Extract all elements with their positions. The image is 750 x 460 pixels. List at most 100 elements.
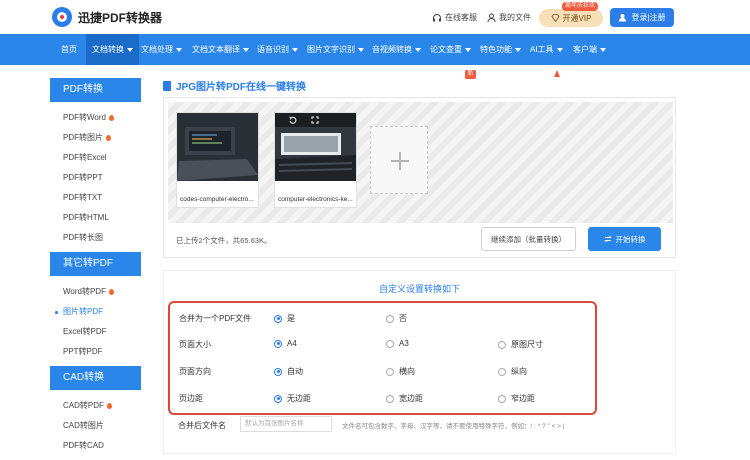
radio-label: 宽边距 — [399, 394, 423, 403]
sidebar-item-pdf-to-ppt[interactable]: PDF转PPT — [50, 168, 141, 188]
sidebar-item-label: PDF转CAD — [63, 441, 104, 450]
filename-input[interactable]: 默认为首张图片名称 — [240, 416, 332, 432]
rotate-icon[interactable] — [289, 116, 297, 124]
page-title: JPG图片转PDF在线一键转换 — [163, 78, 306, 93]
nav-item-doc-convert[interactable]: 文档转换 — [86, 34, 139, 65]
file-name: codes-computer-electro... — [180, 196, 254, 203]
filename-label: 合并后文件名 — [178, 421, 226, 430]
nav-item-ai-tools[interactable]: AI工具 — [530, 34, 563, 65]
sidebar-item-word-to-pdf[interactable]: Word转PDF — [50, 282, 141, 302]
nav-item-home[interactable]: 首页 — [52, 34, 86, 65]
hot-flame-icon — [554, 70, 560, 77]
my-files-link[interactable]: 我的文件 — [487, 12, 531, 23]
logo[interactable]: 迅捷PDF转换器 — [52, 7, 162, 27]
radio-margin-narrow[interactable]: 窄边距 — [498, 393, 535, 404]
setting-label-page-size: 页面大小 — [179, 340, 211, 349]
sidebar-item-label: PDF转Word — [63, 113, 106, 122]
chevron-down-icon — [243, 47, 249, 52]
login-button[interactable]: 登录|注册 — [610, 8, 674, 27]
radio-unchecked-icon — [386, 339, 394, 348]
sidebar-item-pdf-to-image[interactable]: PDF转图片 — [50, 128, 141, 148]
logo-text: 迅捷PDF转换器 — [78, 10, 163, 25]
continue-add-button[interactable]: 继续添加（批量转换） — [481, 227, 576, 251]
radio-label: 横向 — [399, 367, 415, 376]
expand-icon[interactable] — [311, 116, 319, 124]
sidebar-item-image-to-pdf[interactable]: 图片转PDF — [50, 302, 141, 322]
radio-merge-yes[interactable]: 是 — [274, 313, 295, 324]
setting-label-margin: 页边距 — [179, 394, 203, 403]
sidebar-item-label: CAD转图片 — [63, 421, 104, 430]
nav-label: 文档处理 — [141, 45, 173, 54]
radio-unchecked-icon — [498, 367, 506, 376]
radio-margin-wide[interactable]: 宽边距 — [386, 393, 423, 404]
nav-item-client[interactable]: 客户端 — [573, 34, 606, 65]
page-title-text: JPG图片转PDF在线一键转换 — [176, 82, 307, 93]
sidebar-item-label: CAD转PDF — [63, 401, 104, 410]
nav-item-av-convert[interactable]: 音视频转换 — [372, 34, 421, 65]
my-files-label: 我的文件 — [499, 13, 531, 22]
sidebar-item-cad-to-pdf[interactable]: CAD转PDF — [50, 396, 141, 416]
nav-label: 文档文本翻译 — [192, 45, 240, 54]
radio-checked-icon — [274, 367, 282, 376]
new-badge: 新 — [465, 70, 476, 79]
radio-orient-portrait[interactable]: 纵向 — [498, 366, 527, 377]
logo-icon — [52, 7, 72, 27]
radio-merge-no[interactable]: 否 — [386, 313, 407, 324]
sidebar-item-label: 图片转PDF — [63, 307, 103, 316]
promo-tag: 周年庆狂欢 — [562, 2, 599, 11]
nav-label: 图片文字识别 — [307, 45, 355, 54]
login-label: 登录|注册 — [631, 13, 666, 22]
sidebar-item-label: PDF转PPT — [63, 173, 103, 182]
radio-label: 是 — [287, 314, 295, 323]
sidebar-item-ppt-to-pdf[interactable]: PPT转PDF — [50, 342, 141, 362]
sidebar-item-pdf-to-cad[interactable]: PDF转CAD — [50, 436, 141, 456]
setting-label-merge: 合并为一个PDF文件 — [179, 314, 251, 323]
sidebar-section-title: PDF转换 — [50, 78, 141, 102]
radio-orient-auto[interactable]: 自动 — [274, 366, 303, 377]
radio-label: 纵向 — [511, 367, 527, 376]
sidebar-list: CAD转PDF CAD转图片 PDF转CAD — [50, 390, 141, 460]
chevron-down-icon — [556, 47, 563, 52]
sidebar-item-pdf-to-long-image[interactable]: PDF转长图 — [50, 228, 141, 248]
vip-button[interactable]: 开通VIP — [539, 9, 603, 27]
nav-label: AI工具 — [530, 45, 554, 54]
settings-title: 自定义设置转换如下 — [378, 284, 460, 294]
radio-size-original[interactable]: 原图尺寸 — [498, 339, 543, 350]
radio-label: A4 — [287, 339, 297, 348]
nav-item-speech[interactable]: 语音识别 — [257, 34, 298, 65]
sidebar-item-pdf-to-html[interactable]: PDF转HTML — [50, 208, 141, 228]
radio-orient-landscape[interactable]: 横向 — [386, 366, 415, 377]
start-convert-button[interactable]: 开始转换 — [588, 227, 661, 251]
file-thumbnail[interactable]: codes-computer-electro... — [176, 112, 259, 208]
filename-hint: 文件名可包含数字、字母、汉字等，请不要使用特殊字符，例如：/ : * ? " <… — [342, 423, 565, 430]
file-thumbnail[interactable]: computer-electronics-ke... — [274, 112, 357, 208]
sidebar-item-label: PDF转长图 — [63, 233, 103, 242]
nav-label: 音视频转换 — [372, 45, 412, 54]
radio-label: 无边距 — [287, 394, 311, 403]
nav-item-plagiarism[interactable]: 论文查重 — [430, 34, 471, 65]
sidebar-item-label: Word转PDF — [63, 287, 106, 296]
chevron-down-icon — [358, 47, 364, 52]
radio-margin-none[interactable]: 无边距 — [274, 393, 311, 404]
radio-unchecked-icon — [498, 340, 506, 349]
add-file-button[interactable] — [370, 126, 428, 194]
headset-icon — [433, 13, 441, 21]
nav-item-translate[interactable]: 文档文本翻译 — [192, 34, 249, 65]
sidebar-item-label: PPT转PDF — [63, 347, 103, 356]
sidebar-item-pdf-to-word[interactable]: PDF转Word — [50, 108, 141, 128]
chevron-down-icon — [515, 47, 521, 52]
nav-item-features[interactable]: 特色功能 — [480, 34, 521, 65]
nav-item-ocr[interactable]: 图片文字识别 — [307, 34, 364, 65]
sidebar-item-pdf-to-txt[interactable]: PDF转TXT — [50, 188, 141, 208]
radio-size-a3[interactable]: A3 — [386, 339, 409, 348]
laptop-photo-thumbnail — [177, 113, 258, 181]
customer-service-link[interactable]: 在线客服 — [432, 12, 477, 23]
radio-size-a4[interactable]: A4 — [274, 339, 297, 348]
document-icon — [163, 80, 171, 91]
sidebar-item-cad-to-image[interactable]: CAD转图片 — [50, 416, 141, 436]
sidebar-section-title: CAD转换 — [50, 366, 141, 390]
sidebar-item-excel-to-pdf[interactable]: Excel转PDF — [50, 322, 141, 342]
nav-item-doc-process[interactable]: 文档处理 — [141, 34, 182, 65]
sidebar-item-pdf-to-excel[interactable]: PDF转Excel — [50, 148, 141, 168]
sidebar-section-title: 其它转PDF — [50, 252, 141, 276]
